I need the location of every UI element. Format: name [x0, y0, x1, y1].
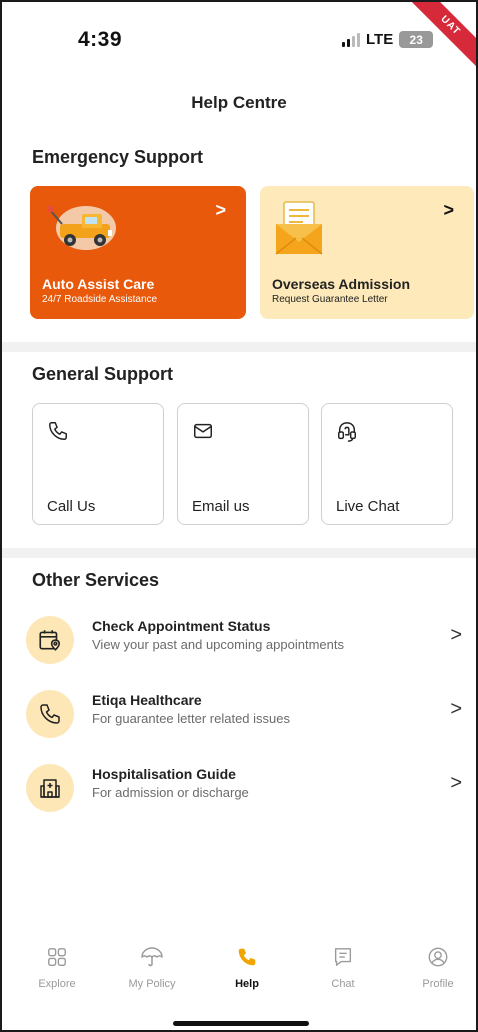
check-appointment-subtitle: View your past and upcoming appointments [92, 637, 344, 652]
check-appointment-title: Check Appointment Status [92, 618, 271, 634]
section-divider [2, 342, 476, 352]
hospitalisation-guide-title: Hospitalisation Guide [92, 766, 236, 782]
overseas-admission-subtitle: Request Guarantee Letter [272, 294, 388, 305]
tab-help[interactable]: Help [212, 942, 282, 990]
tab-profile-label: Profile [422, 978, 454, 990]
overseas-admission-title: Overseas Admission [272, 276, 410, 292]
live-chat-tile[interactable]: Live Chat [321, 403, 453, 525]
list-item-hospitalisation-guide[interactable]: Hospitalisation Guide For admission or d… [26, 760, 466, 816]
app-screen: 4:39 LTE 23 UAT Help Centre Emergency Su… [0, 0, 478, 1032]
call-us-label: Call Us [47, 498, 96, 515]
tow-truck-icon [48, 206, 116, 250]
chevron-right-icon: > [443, 200, 454, 220]
email-us-tile[interactable]: Email us [177, 403, 309, 525]
mail-icon [194, 423, 212, 439]
tab-my-policy-label: My Policy [128, 978, 176, 990]
tab-chat-label: Chat [331, 978, 355, 990]
tab-profile[interactable]: Profile [403, 942, 473, 990]
tab-help-label: Help [235, 978, 259, 990]
section-divider [2, 548, 476, 558]
profile-icon [403, 942, 473, 972]
hospital-icon [26, 764, 74, 812]
etiqa-healthcare-subtitle: For guarantee letter related issues [92, 711, 290, 726]
auto-assist-subtitle: 24/7 Roadside Assistance [42, 294, 158, 305]
phone-icon [26, 690, 74, 738]
chevron-right-icon: > [450, 772, 462, 794]
envelope-letter-icon [275, 201, 323, 255]
page-title: Help Centre [191, 93, 287, 112]
network-label: LTE [366, 31, 394, 48]
auto-assist-card[interactable]: > Auto Assist Care 24/7 Roadside Assista… [30, 186, 246, 319]
live-chat-label: Live Chat [336, 498, 400, 515]
bottom-nav: Explore My Policy Help Chat Profile [2, 932, 476, 1002]
etiqa-healthcare-title: Etiqa Healthcare [92, 692, 202, 708]
hospitalisation-guide-subtitle: For admission or discharge [92, 785, 249, 800]
status-indicators: LTE 23 [342, 31, 434, 48]
auto-assist-title: Auto Assist Care [42, 276, 155, 292]
status-time: 4:39 [78, 28, 123, 51]
overseas-admission-card[interactable]: > Overseas Admission Request Guarantee L… [260, 186, 474, 319]
email-us-label: Email us [192, 498, 250, 515]
home-indicator [173, 1021, 309, 1026]
call-us-tile[interactable]: Call Us [32, 403, 164, 525]
chevron-right-icon: > [450, 698, 462, 720]
tab-chat[interactable]: Chat [308, 942, 378, 990]
emergency-section-title: Emergency Support [32, 147, 204, 167]
general-section-title: General Support [32, 364, 174, 384]
other-section-title: Other Services [32, 570, 160, 590]
signal-icon [342, 32, 360, 47]
tab-explore[interactable]: Explore [22, 942, 92, 990]
calendar-location-icon [26, 616, 74, 664]
grid-icon [22, 942, 92, 972]
list-item-etiqa-healthcare[interactable]: Etiqa Healthcare For guarantee letter re… [26, 686, 466, 742]
tab-my-policy[interactable]: My Policy [117, 942, 187, 990]
tab-explore-label: Explore [38, 978, 76, 990]
phone-icon [49, 422, 67, 440]
list-item-check-appointment[interactable]: Check Appointment Status View your past … [26, 612, 466, 668]
chat-icon [308, 942, 378, 972]
chevron-right-icon: > [450, 624, 462, 646]
battery-indicator: 23 [399, 31, 434, 48]
phone-icon [212, 942, 282, 972]
headset-icon [338, 422, 356, 442]
umbrella-icon [117, 942, 187, 972]
chevron-right-icon: > [215, 200, 226, 220]
